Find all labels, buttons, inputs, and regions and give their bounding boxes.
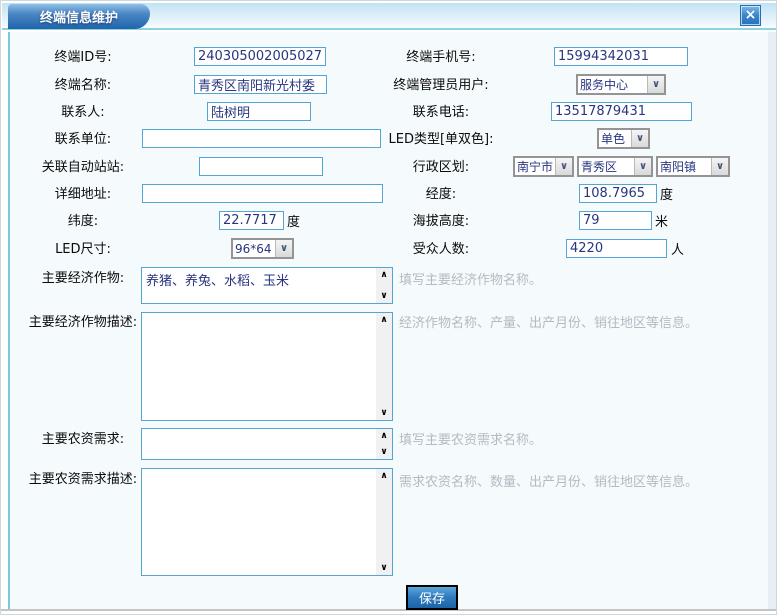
terminal-phone-label: 终端手机号: [376, 48, 506, 67]
longitude-input[interactable] [579, 184, 657, 203]
region-city-select[interactable]: 南宁市 ∨ [513, 156, 574, 177]
vertical-scrollbar[interactable]: ∧ ∨ [376, 313, 392, 420]
agri-needs-hint: 填写主要农资需求名称。 [399, 429, 542, 448]
main-crops-field: 养猪、养兔、水稻、玉米 ∧ ∨ [141, 267, 393, 304]
longitude-label: 经度: [376, 185, 506, 204]
admin-user-value: 服务中心 [578, 76, 647, 93]
agri-needs-field: ∧ ∨ [141, 428, 393, 460]
terminal-id-label: 终端ID号: [15, 48, 151, 67]
agri-needs-desc-label: 主要农资需求描述: [15, 470, 151, 489]
terminal-name-label: 终端名称: [15, 76, 151, 95]
main-crops-hint: 填写主要经济作物名称。 [399, 269, 542, 288]
vertical-scrollbar[interactable]: ∧ ∨ [376, 429, 392, 459]
region-label: 行政区划: [376, 158, 506, 177]
main-crops-label: 主要经济作物: [15, 269, 151, 288]
contact-unit-label: 联系单位: [15, 130, 151, 149]
scroll-up-icon[interactable]: ∧ [380, 431, 387, 441]
terminal-phone-input[interactable] [554, 47, 688, 66]
latitude-label: 纬度: [15, 212, 151, 231]
led-type-value: 单色 [599, 130, 631, 147]
save-button[interactable]: 保存 [406, 585, 458, 610]
panel-right-strip [768, 32, 776, 609]
latitude-unit: 度 [287, 213, 300, 232]
main-crops-desc-textarea[interactable] [142, 313, 376, 420]
main-crops-desc-label: 主要经济作物描述: [15, 313, 151, 332]
admin-user-label: 终端管理员用户: [376, 76, 506, 95]
dialog-title-tab: 终端信息维护 [8, 4, 150, 29]
auto-station-input[interactable] [199, 157, 323, 176]
led-size-label: LED尺寸: [15, 240, 151, 259]
agri-needs-desc-textarea[interactable] [142, 469, 376, 575]
led-size-select[interactable]: 96*64 ∨ [231, 238, 294, 259]
audience-unit: 人 [671, 241, 684, 260]
terminal-name-input[interactable] [194, 75, 327, 94]
contact-person-label: 联系人: [15, 103, 151, 122]
page-title: 终端信息维护 [40, 7, 118, 26]
scroll-down-icon[interactable]: ∨ [380, 447, 387, 457]
chevron-down-icon: ∨ [711, 158, 728, 175]
scroll-down-icon[interactable]: ∨ [380, 291, 387, 301]
contact-phone-input[interactable] [551, 102, 692, 121]
region-city-value: 南宁市 [515, 158, 555, 175]
agri-needs-desc-field: ∧ ∨ [141, 468, 393, 576]
vertical-scrollbar[interactable]: ∧ ∨ [376, 469, 392, 575]
region-town-select[interactable]: 南阳镇 ∨ [656, 156, 730, 177]
close-icon[interactable]: × [740, 5, 761, 26]
region-district-select[interactable]: 青秀区 ∨ [577, 156, 653, 177]
led-type-select[interactable]: 单色 ∨ [597, 128, 650, 149]
main-crops-desc-field: ∧ ∨ [141, 312, 393, 421]
contact-phone-label: 联系电话: [376, 103, 506, 122]
chevron-down-icon: ∨ [631, 130, 648, 147]
scroll-up-icon[interactable]: ∧ [380, 471, 387, 481]
region-district-value: 青秀区 [579, 158, 634, 175]
vertical-scrollbar[interactable]: ∧ ∨ [376, 268, 392, 303]
latitude-input[interactable] [219, 211, 284, 230]
altitude-unit: 米 [655, 213, 668, 232]
scroll-down-icon[interactable]: ∨ [380, 563, 387, 573]
main-crops-desc-hint: 经济作物名称、产量、出产月份、销往地区等信息。 [399, 312, 698, 331]
scroll-up-icon[interactable]: ∧ [380, 270, 387, 280]
audience-label: 受众人数: [376, 240, 506, 259]
panel-bottom-edge [1, 609, 777, 615]
dialog-titlebar: 终端信息维护 × [2, 3, 776, 30]
altitude-label: 海拔高度: [376, 212, 506, 231]
chevron-down-icon: ∨ [647, 76, 664, 93]
chevron-down-icon: ∨ [555, 158, 572, 175]
address-label: 详细地址: [15, 185, 151, 204]
contact-unit-input[interactable] [142, 129, 381, 148]
agri-needs-label: 主要农资需求: [15, 430, 151, 449]
region-town-value: 南阳镇 [658, 158, 711, 175]
longitude-unit: 度 [660, 186, 673, 205]
agri-needs-textarea[interactable] [142, 429, 376, 459]
led-type-label: LED类型[单双色]: [376, 130, 506, 149]
auto-station-label: 关联自动站站: [15, 158, 151, 177]
terminal-id-input[interactable] [194, 47, 326, 66]
scroll-up-icon[interactable]: ∧ [380, 315, 387, 325]
altitude-input[interactable] [579, 211, 652, 230]
agri-needs-desc-hint: 需求农资名称、数量、出产月份、销往地区等信息。 [399, 471, 698, 490]
audience-input[interactable] [566, 239, 667, 258]
chevron-down-icon: ∨ [275, 240, 292, 257]
led-size-value: 96*64 [233, 242, 275, 256]
terminal-info-dialog: 终端信息维护 × 终端ID号: 终端手机号: 终端名称: 终端管理员用户: 服务… [0, 0, 777, 615]
admin-user-select[interactable]: 服务中心 ∨ [576, 74, 666, 95]
scroll-down-icon[interactable]: ∨ [380, 408, 387, 418]
address-input[interactable] [142, 184, 383, 203]
main-crops-textarea[interactable]: 养猪、养兔、水稻、玉米 [142, 268, 376, 303]
contact-person-input[interactable] [207, 102, 311, 121]
chevron-down-icon: ∨ [634, 158, 651, 175]
